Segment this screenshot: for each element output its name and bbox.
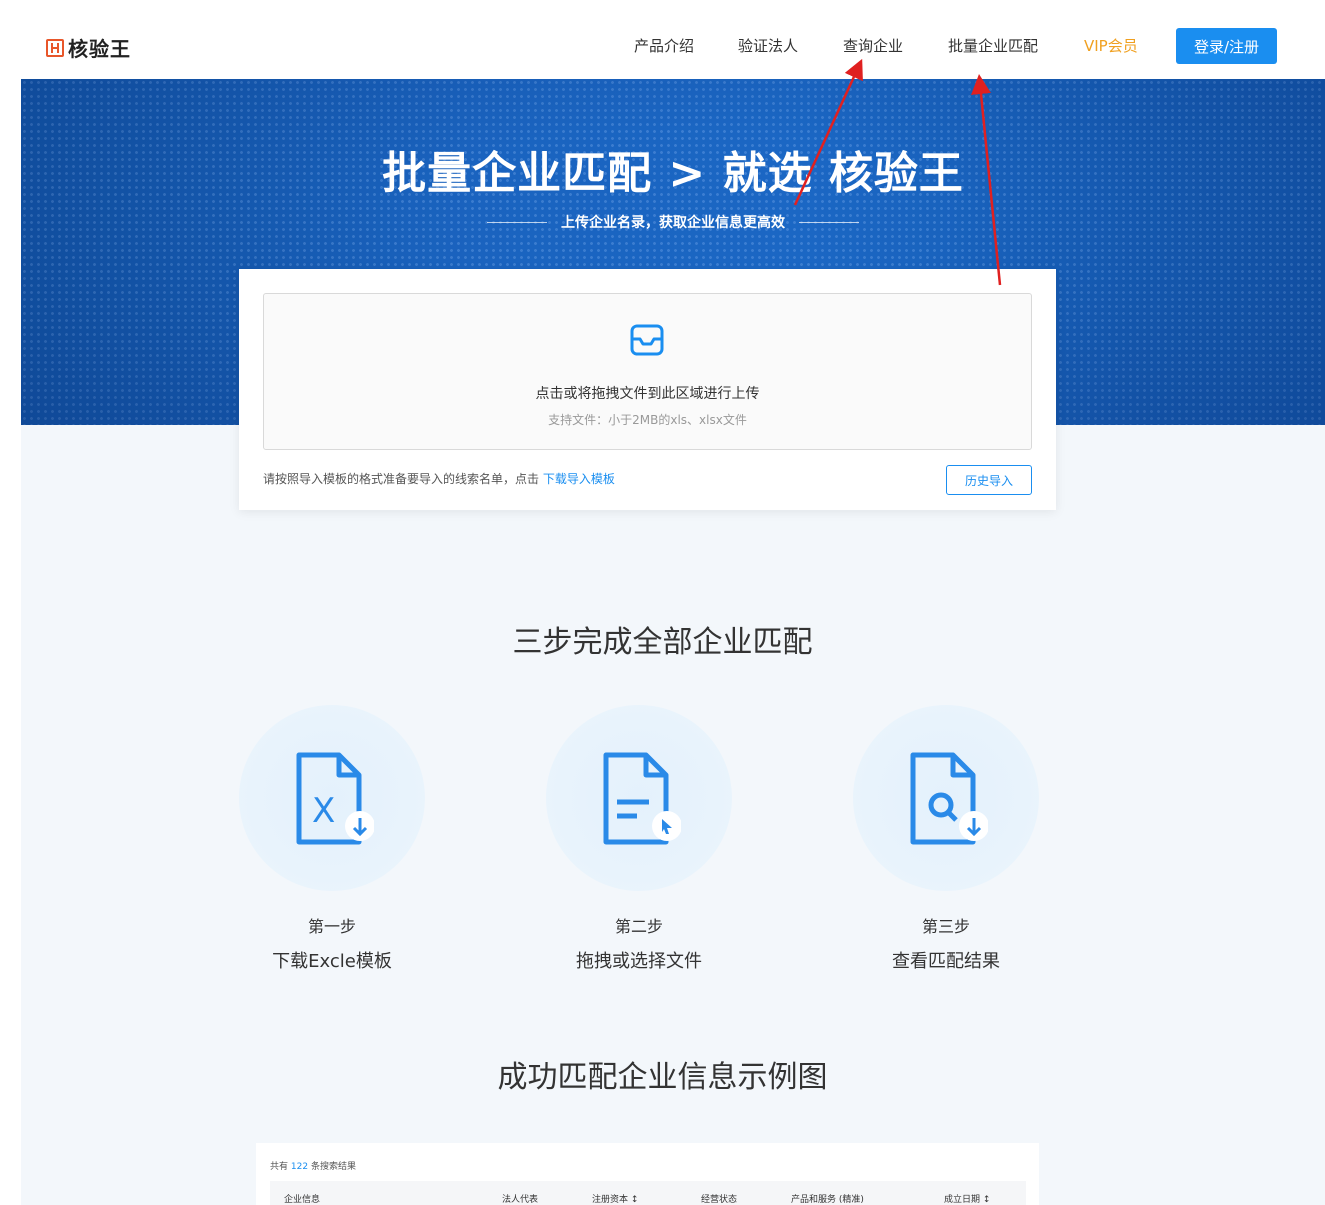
step-2-desc: 拖拽或选择文件 (576, 951, 702, 972)
column-header: 企业信息 (284, 1195, 321, 1205)
dropzone-text: 点击或将拖拽文件到此区域进行上传 (535, 386, 760, 402)
download-template-link[interactable]: 下载导入模板 (543, 472, 615, 486)
count-prefix: 共有 (270, 1162, 289, 1172)
count-suffix: 条搜索结果 (310, 1162, 356, 1172)
column-header: 产品和服务 (精准) (791, 1195, 864, 1205)
top-nav: 核验王 产品介绍 验证法人 查询企业 批量企业匹配 VIP会员 登录/注册 (0, 0, 1325, 80)
step-3-desc: 查看匹配结果 (892, 951, 1000, 972)
template-tip: 请按照导入模板的格式准备要导入的线索名单，点击 下载导入模板 (263, 470, 615, 487)
column-header: 成立日期 ↕ (944, 1195, 991, 1205)
file-search-icon (910, 752, 988, 845)
nav-vip[interactable]: VIP会员 (1084, 35, 1138, 56)
history-import-button[interactable]: 历史导入 (946, 465, 1032, 495)
banner-subtitle: 上传企业名录，获取企业信息更高效 (561, 215, 785, 231)
logo[interactable]: 核验王 (46, 33, 131, 62)
step-3-label: 第三步 (921, 917, 970, 936)
table-header: 企业信息 法人代表 注册资本 ↕ 经营状态 产品和服务 (精准) 成立日期 ↕ (270, 1181, 1026, 1205)
step-1: X 第一步 下载Excle模板 (239, 705, 425, 973)
example-section-title: 成功匹配企业信息示例图 (497, 1060, 828, 1095)
logo-text: 核验王 (68, 37, 131, 61)
excel-download-icon: X (296, 752, 374, 845)
divider (487, 221, 547, 223)
nav-verify-legal[interactable]: 验证法人 (738, 35, 798, 56)
column-header: 注册资本 ↕ (592, 1195, 639, 1205)
nav-product-intro[interactable]: 产品介绍 (634, 35, 694, 56)
logo-icon (46, 38, 64, 57)
column-header: 法人代表 (502, 1195, 539, 1205)
step-2: 第二步 拖拽或选择文件 (546, 705, 732, 973)
dropzone-hint: 支持文件：小于2MB的xls、xlsx文件 (548, 413, 747, 427)
nav-query-company[interactable]: 查询企业 (843, 35, 903, 56)
example-result-table: 共有 122 条搜索结果 企业信息 法人代表 注册资本 ↕ 经营状态 产品和服务… (256, 1143, 1039, 1205)
upload-dropzone[interactable]: 点击或将拖拽文件到此区域进行上传 支持文件：小于2MB的xls、xlsx文件 (263, 293, 1032, 450)
step-2-label: 第二步 (614, 917, 663, 936)
count-value: 122 (290, 1162, 309, 1172)
step-1-label: 第一步 (307, 917, 356, 936)
step-3: 第三步 查看匹配结果 (853, 705, 1039, 973)
column-header: 经营状态 (701, 1195, 738, 1205)
upload-card: 点击或将拖拽文件到此区域进行上传 支持文件：小于2MB的xls、xlsx文件 请… (239, 269, 1056, 510)
nav-batch-match[interactable]: 批量企业匹配 (948, 35, 1038, 56)
svg-text:X: X (312, 791, 335, 831)
step-1-desc: 下载Excle模板 (272, 951, 392, 972)
banner-title: 批量企业匹配 > 就选 核验王 (382, 148, 964, 199)
result-count: 共有 122 条搜索结果 (270, 1159, 356, 1172)
divider (799, 221, 859, 223)
steps-section-title: 三步完成全部企业匹配 (512, 625, 813, 660)
file-select-icon (603, 752, 681, 845)
tip-text: 请按照导入模板的格式准备要导入的线索名单，点击 (263, 472, 540, 486)
login-register-button[interactable]: 登录/注册 (1176, 28, 1277, 64)
inbox-icon (630, 324, 664, 356)
